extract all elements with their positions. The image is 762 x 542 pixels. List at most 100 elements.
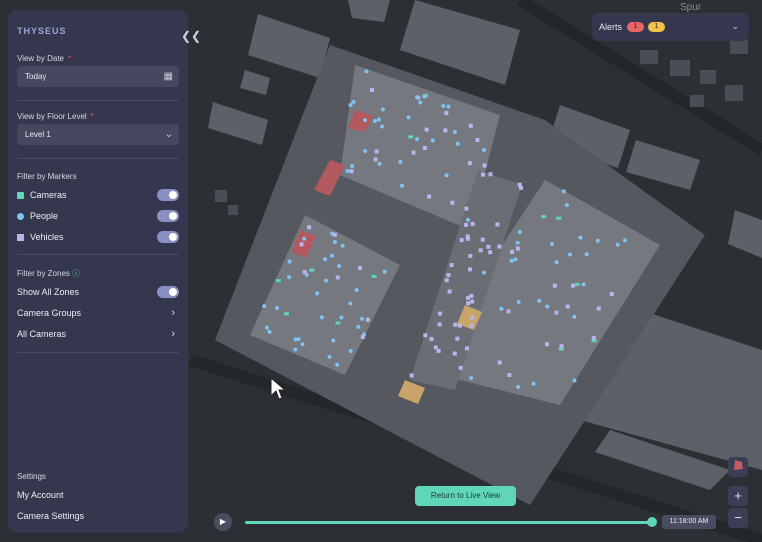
vehicle-marker[interactable] bbox=[335, 275, 340, 280]
person-marker[interactable] bbox=[339, 315, 344, 320]
vehicle-marker[interactable] bbox=[515, 246, 520, 251]
person-marker[interactable] bbox=[561, 189, 566, 194]
person-marker[interactable] bbox=[337, 264, 342, 269]
vehicle-marker[interactable] bbox=[467, 267, 472, 272]
play-icon[interactable]: ▶ bbox=[214, 513, 232, 531]
person-marker[interactable] bbox=[469, 376, 474, 381]
vehicle-marker[interactable] bbox=[459, 238, 464, 243]
camera-marker[interactable] bbox=[371, 274, 377, 278]
person-marker[interactable] bbox=[481, 148, 486, 153]
person-marker[interactable] bbox=[264, 325, 269, 330]
person-marker[interactable] bbox=[595, 238, 600, 243]
vehicle-marker[interactable] bbox=[559, 344, 564, 349]
person-marker[interactable] bbox=[406, 115, 411, 120]
person-marker[interactable] bbox=[515, 240, 520, 245]
person-marker[interactable] bbox=[267, 329, 272, 334]
person-marker[interactable] bbox=[319, 315, 324, 320]
camera-marker[interactable] bbox=[574, 282, 580, 286]
vehicle-marker[interactable] bbox=[436, 348, 441, 353]
person-marker[interactable] bbox=[452, 130, 457, 135]
camera-marker[interactable] bbox=[556, 216, 562, 220]
vehicle-marker[interactable] bbox=[464, 206, 469, 211]
vehicle-marker[interactable] bbox=[545, 342, 550, 347]
vehicle-marker[interactable] bbox=[458, 365, 463, 370]
camera-marker[interactable] bbox=[309, 268, 315, 272]
vehicle-marker[interactable] bbox=[467, 161, 472, 166]
person-marker[interactable] bbox=[332, 239, 337, 244]
vehicle-marker[interactable] bbox=[591, 335, 596, 340]
vehicle-marker[interactable] bbox=[507, 373, 512, 378]
person-marker[interactable] bbox=[363, 118, 368, 123]
person-marker[interactable] bbox=[360, 316, 365, 321]
person-marker[interactable] bbox=[545, 304, 550, 309]
person-marker[interactable] bbox=[516, 299, 521, 304]
person-marker[interactable] bbox=[572, 314, 577, 319]
vehicle-marker[interactable] bbox=[469, 293, 474, 298]
person-marker[interactable] bbox=[430, 138, 435, 143]
vehicle-marker[interactable] bbox=[517, 182, 522, 187]
person-marker[interactable] bbox=[531, 381, 536, 386]
person-marker[interactable] bbox=[516, 384, 521, 389]
person-marker[interactable] bbox=[345, 169, 350, 174]
vehicle-marker[interactable] bbox=[452, 351, 457, 356]
person-marker[interactable] bbox=[581, 282, 586, 287]
vehicle-marker[interactable] bbox=[464, 222, 469, 227]
vehicle-marker[interactable] bbox=[488, 172, 493, 177]
return-to-live-button[interactable]: Return to Live View bbox=[415, 486, 516, 506]
vehicle-marker[interactable] bbox=[302, 270, 307, 275]
person-marker[interactable] bbox=[300, 342, 305, 347]
person-marker[interactable] bbox=[564, 203, 569, 208]
person-marker[interactable] bbox=[444, 173, 449, 178]
person-marker[interactable] bbox=[287, 259, 292, 264]
vehicle-marker[interactable] bbox=[497, 360, 502, 365]
vehicle-marker[interactable] bbox=[349, 169, 354, 174]
person-marker[interactable] bbox=[584, 252, 589, 257]
person-marker[interactable] bbox=[537, 298, 542, 303]
person-marker[interactable] bbox=[340, 243, 345, 248]
person-marker[interactable] bbox=[418, 100, 423, 105]
vehicle-marker[interactable] bbox=[488, 250, 493, 255]
person-marker[interactable] bbox=[578, 235, 583, 240]
vehicle-marker[interactable] bbox=[466, 301, 471, 306]
vehicle-marker[interactable] bbox=[411, 150, 416, 155]
vehicle-marker[interactable] bbox=[609, 292, 614, 297]
vehicle-marker[interactable] bbox=[422, 145, 427, 150]
person-marker[interactable] bbox=[351, 99, 356, 104]
camera-marker[interactable] bbox=[335, 321, 341, 325]
vehicle-marker[interactable] bbox=[475, 138, 480, 143]
person-marker[interactable] bbox=[482, 270, 487, 275]
vehicle-marker[interactable] bbox=[374, 149, 379, 154]
person-marker[interactable] bbox=[615, 242, 620, 247]
vehicle-marker[interactable] bbox=[453, 322, 458, 327]
vehicle-marker[interactable] bbox=[486, 244, 491, 249]
person-marker[interactable] bbox=[622, 238, 627, 243]
person-marker[interactable] bbox=[377, 117, 382, 122]
person-marker[interactable] bbox=[572, 378, 577, 383]
alerts-dropdown[interactable]: Alerts 1 1 ⌄ bbox=[592, 13, 749, 41]
vehicle-marker[interactable] bbox=[509, 249, 514, 254]
vehicle-marker[interactable] bbox=[299, 242, 304, 247]
vehicle-marker[interactable] bbox=[449, 263, 454, 268]
person-marker[interactable] bbox=[364, 69, 369, 74]
person-marker[interactable] bbox=[350, 163, 355, 168]
vehicle-marker[interactable] bbox=[446, 273, 451, 278]
collapse-sidebar-icon[interactable]: ❮❮ bbox=[181, 29, 201, 43]
person-marker[interactable] bbox=[513, 257, 518, 262]
vehicle-marker[interactable] bbox=[481, 172, 486, 177]
person-marker[interactable] bbox=[400, 183, 405, 188]
vehicle-marker[interactable] bbox=[358, 265, 363, 270]
timeline-track[interactable] bbox=[245, 521, 652, 524]
vehicle-marker[interactable] bbox=[365, 317, 370, 322]
vehicle-marker[interactable] bbox=[444, 111, 449, 116]
vehicle-marker[interactable] bbox=[447, 289, 452, 294]
vehicle-marker[interactable] bbox=[468, 123, 473, 128]
person-marker[interactable] bbox=[331, 338, 336, 343]
show-all-zones-toggle[interactable] bbox=[157, 286, 179, 298]
person-marker[interactable] bbox=[415, 95, 420, 100]
vehicle-marker[interactable] bbox=[373, 157, 378, 162]
person-marker[interactable] bbox=[377, 161, 382, 166]
person-marker[interactable] bbox=[499, 306, 504, 311]
timeline-handle[interactable] bbox=[647, 517, 657, 527]
person-marker[interactable] bbox=[382, 269, 387, 274]
vehicle-marker[interactable] bbox=[497, 244, 502, 249]
